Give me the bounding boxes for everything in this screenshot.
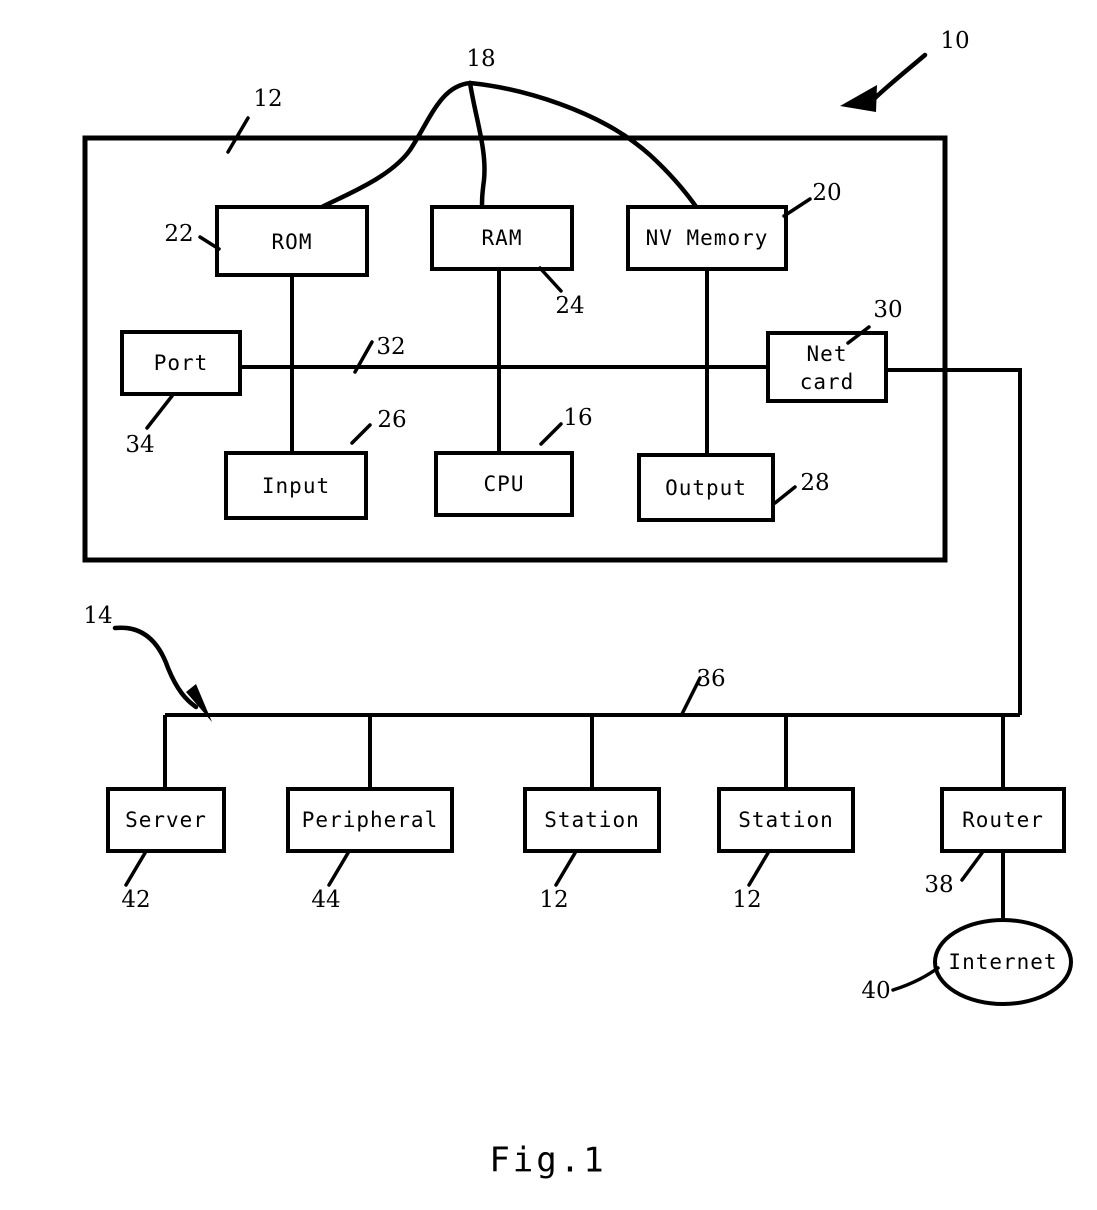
enclosure-reference-12: 12 [226,86,283,154]
numeral-40: 40 [861,978,890,1004]
port-reference-34: 34 [125,394,174,458]
interconnect-18: 18 [317,46,700,211]
numeral-34: 34 [125,432,154,458]
numeral-station-2: 12 [732,887,761,913]
block-port[interactable]: Port [120,330,242,396]
leader-40 [891,966,940,992]
router-label: Router [962,808,1044,832]
figure-caption: Fig.1 [489,1141,606,1181]
leader-38 [960,851,984,882]
block-input[interactable]: Input [224,451,368,520]
numeral-32: 32 [376,334,405,360]
output-reference-28: 28 [773,470,830,505]
leader-26 [350,423,372,445]
numeral-44: 44 [311,887,340,913]
leader-42 [124,851,147,887]
ram-label: RAM [482,226,523,250]
numeral-16: 16 [563,405,592,431]
cpu-reference-16: 16 [539,405,593,446]
curve-to-ram [467,80,487,211]
nv-memory-reference-20: 20 [782,180,842,218]
station-2-label: Station [738,808,834,832]
network-reference-14: 14 [83,603,212,722]
internet-reference-40: 40 [861,966,940,1004]
leader-44 [327,851,350,887]
numeral-36: 36 [696,666,725,692]
block-rom[interactable]: ROM [215,205,369,277]
block-net-card[interactable]: Net card [766,331,888,403]
numeral-42: 42 [121,887,150,913]
station-1-reference-12: 12 [539,851,577,913]
figure-canvas: 10 12 18 ROM 22 RAM 24 NV Memory 20 32 P… [82,28,1073,1181]
leader-34 [145,394,174,430]
leader-16 [539,422,563,446]
numeral-station-1: 12 [539,887,568,913]
network-bus-reference-36: 36 [680,666,726,716]
numeral-26: 26 [377,407,406,433]
leader-14 [112,625,199,710]
numeral-10: 10 [940,28,969,54]
leader-28 [773,485,797,505]
node-server[interactable]: Server [106,787,226,853]
block-ram[interactable]: RAM [430,205,574,271]
station-2-reference-12: 12 [732,851,770,913]
leader-10 [870,52,928,103]
system-reference-10: 10 [840,28,970,112]
nv-memory-label: NV Memory [646,226,769,250]
node-peripheral[interactable]: Peripheral [286,787,454,853]
input-reference-26: 26 [350,407,407,445]
server-label: Server [125,808,207,832]
numeral-28: 28 [800,470,829,496]
station-1-label: Station [544,808,640,832]
ram-reference-24: 24 [538,266,585,319]
numeral-22: 22 [164,221,193,247]
numeral-14: 14 [83,603,112,629]
numeral-24: 24 [555,293,584,319]
leader-station-1 [554,851,577,887]
net-card-label-line1: Net [807,342,848,366]
numeral-38: 38 [924,872,953,898]
peripheral-reference-44: 44 [311,851,350,913]
server-reference-42: 42 [121,851,151,913]
router-reference-38: 38 [924,851,984,898]
output-label: Output [665,476,747,500]
block-nv-memory[interactable]: NV Memory [626,205,788,271]
numeral-30: 30 [873,297,902,323]
block-cpu[interactable]: CPU [434,451,574,517]
leader-12 [226,116,250,154]
rom-label: ROM [272,230,313,254]
rom-reference-22: 22 [164,221,221,251]
node-station-1[interactable]: Station [523,787,661,853]
numeral-12: 12 [253,86,282,112]
input-label: Input [262,474,330,498]
node-router[interactable]: Router [940,787,1066,853]
numeral-20: 20 [812,180,841,206]
patent-figure: 10 12 18 ROM 22 RAM 24 NV Memory 20 32 P… [0,0,1097,1210]
peripheral-label: Peripheral [302,808,438,832]
arrowhead-10 [840,85,877,112]
leader-station-2 [747,851,770,887]
curve-to-rom [317,80,473,211]
wire-netcard-to-network [886,368,1022,715]
cpu-label: CPU [484,472,525,496]
node-internet[interactable]: Internet [933,918,1073,1006]
net-card-label-line2: card [800,370,855,394]
block-output[interactable]: Output [637,453,775,522]
node-station-2[interactable]: Station [717,787,855,853]
leader-24 [538,266,563,293]
internet-label: Internet [948,950,1057,974]
port-label: Port [154,351,209,375]
numeral-18: 18 [466,46,495,72]
curve-to-nv-memory [467,80,700,211]
